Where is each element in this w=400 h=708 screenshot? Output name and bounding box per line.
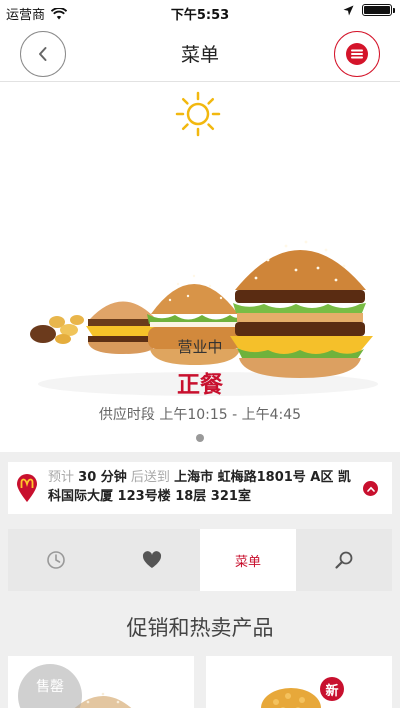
product-card[interactable]: 新 bbox=[206, 656, 392, 708]
service-hours: 供应时段 上午10:15 - 上午4:45 bbox=[98, 407, 302, 423]
nav-bar: 菜单 bbox=[0, 24, 400, 82]
tab-favorites[interactable] bbox=[104, 529, 200, 591]
page-indicator-dot bbox=[196, 434, 204, 442]
tab-history[interactable] bbox=[8, 529, 104, 591]
est-label: 预计 bbox=[48, 470, 75, 485]
tab-menu[interactable]: 菜单 bbox=[200, 529, 296, 591]
delivery-info: 预计 30 分钟 后送到 上海市 虹梅路1801号 A区 凯科国际大厦 123号… bbox=[48, 468, 363, 506]
heart-icon bbox=[142, 551, 162, 568]
section-title: 促销和热卖产品 bbox=[126, 616, 274, 640]
est-value: 30 分钟 bbox=[78, 470, 127, 485]
expand-address-button[interactable] bbox=[363, 481, 378, 496]
chevron-up-icon bbox=[366, 486, 375, 492]
delivery-address-card[interactable]: 预计 30 分钟 后送到 上海市 虹梅路1801号 A区 凯科国际大厦 123号… bbox=[8, 462, 392, 514]
location-arrow-icon bbox=[343, 5, 354, 15]
new-badge: 新 bbox=[320, 677, 344, 701]
clock-icon bbox=[47, 551, 65, 569]
sun-icon bbox=[175, 91, 221, 137]
deliver-label: 后送到 bbox=[130, 470, 170, 485]
battery-icon bbox=[362, 4, 395, 16]
meal-period: 正餐 bbox=[177, 372, 223, 398]
clock-time: 下午5:53 bbox=[170, 8, 230, 23]
product-card[interactable]: 售罄 bbox=[8, 656, 194, 708]
status-bar: 运营商 下午5:53 bbox=[0, 0, 400, 24]
fried-chicken-product-image bbox=[261, 688, 321, 708]
tab-search[interactable] bbox=[296, 529, 392, 591]
store-status: 营业中 bbox=[177, 338, 223, 356]
tab-bar: 菜单 bbox=[8, 529, 392, 591]
search-icon bbox=[335, 551, 353, 569]
mcdonalds-pin-icon bbox=[17, 474, 37, 502]
soldout-badge: 售罄 bbox=[18, 664, 82, 708]
list-icon bbox=[346, 43, 368, 65]
menu-button[interactable] bbox=[334, 31, 380, 77]
hero-banner[interactable]: 营业中 正餐 供应时段 上午10:15 - 上午4:45 bbox=[0, 82, 400, 452]
